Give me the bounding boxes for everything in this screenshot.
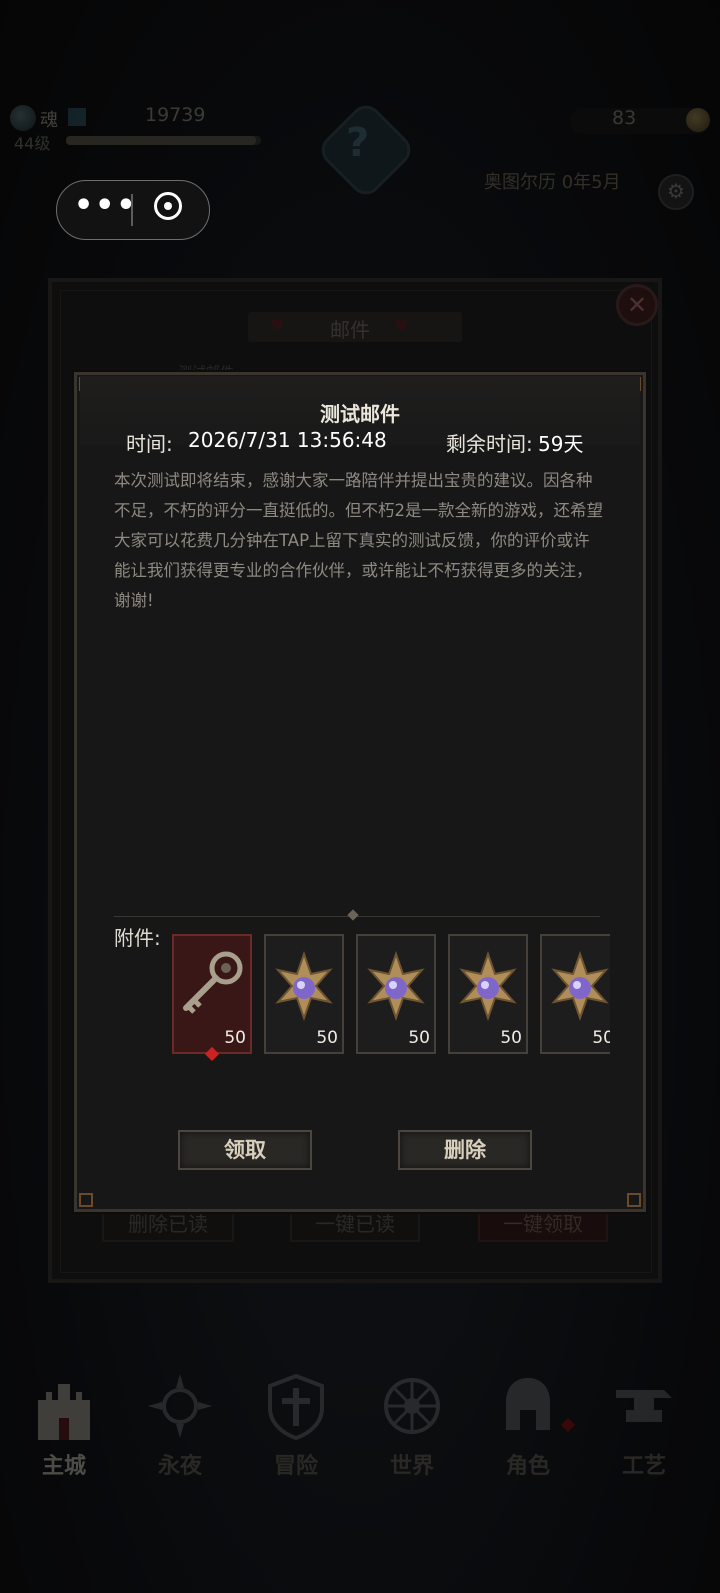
attachments-label: 附件: [114, 926, 161, 950]
time-value: 2026/7/31 13:56:48 [188, 428, 387, 452]
time-label: 时间: [126, 432, 173, 456]
attachment-count: 50 [500, 1028, 522, 1048]
remaining-time-label: 剩余时间: [446, 432, 533, 456]
attachment-slot[interactable]: 50 [540, 934, 610, 1054]
star-gem-icon [275, 950, 333, 1022]
attachment-count: 50 [316, 1028, 338, 1048]
attachment-slot[interactable]: 50 [448, 934, 528, 1054]
attachment-list[interactable]: 50 50 50 50 50 [172, 934, 610, 1064]
attachment-slot[interactable]: 50 [264, 934, 344, 1054]
star-gem-icon [367, 950, 425, 1022]
mail-title: 测试邮件 [320, 402, 400, 426]
selected-indicator [204, 1046, 220, 1062]
star-gem-icon [459, 950, 517, 1022]
mail-body: 本次测试即将结束，感谢大家一路陪伴并提出宝贵的建议。因各种不足，不朽的评分一直挺… [114, 471, 603, 610]
claim-button[interactable]: 领取 [178, 1130, 312, 1170]
more-icon[interactable]: ••• [74, 191, 136, 225]
attachment-count: 50 [224, 1028, 246, 1048]
remaining-time-value: 59天 [538, 432, 584, 456]
attachment-count: 50 [408, 1028, 430, 1048]
key-icon [183, 951, 243, 1014]
capsule-divider [131, 194, 133, 226]
attachment-slot[interactable]: 50 [356, 934, 436, 1054]
star-gem-icon [551, 950, 609, 1022]
delete-button[interactable]: 删除 [398, 1130, 532, 1170]
attachment-count: 50 [592, 1028, 610, 1048]
attachment-slot[interactable]: 50 [172, 934, 252, 1062]
exit-circle-icon[interactable] [154, 192, 182, 220]
